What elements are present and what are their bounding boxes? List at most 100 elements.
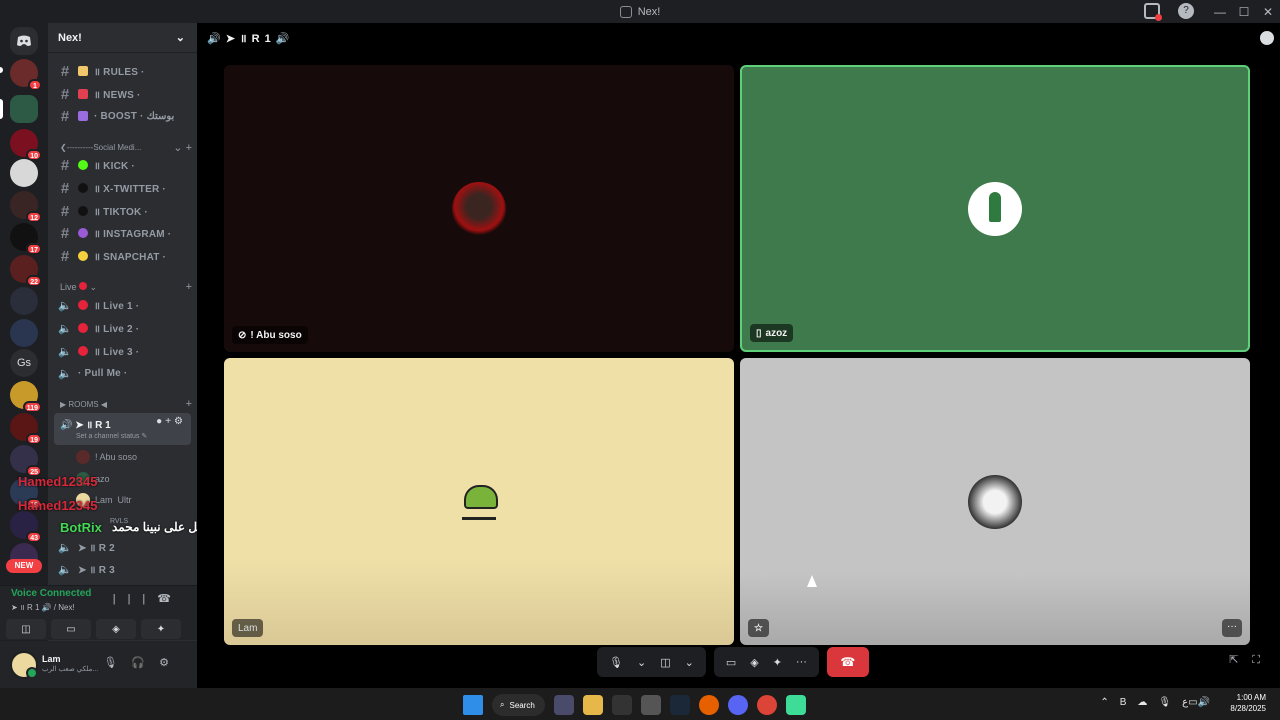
microphone-icon[interactable]: 🎙 xyxy=(1158,697,1182,708)
camera-toggle-button[interactable]: ◫ xyxy=(6,619,46,639)
kick-icon xyxy=(78,160,88,170)
tray-app-icon[interactable]: ☁ xyxy=(1137,697,1158,708)
microphone-icon[interactable]: 🎙 xyxy=(103,657,131,669)
voice-channel-live-1[interactable]: 🔈 ॥ Live 1 · xyxy=(58,296,193,314)
add-user-icon[interactable]: + xyxy=(165,416,174,427)
channel-kick[interactable]: # ॥ KICK · xyxy=(58,156,193,174)
new-badge[interactable]: NEW xyxy=(6,559,42,573)
voice-channel-r3[interactable]: 🔈 ➤ ॥ R 3 xyxy=(58,560,193,578)
soundboard-button[interactable]: ✦ xyxy=(141,619,181,639)
chevron-up-icon[interactable]: ⌃ xyxy=(1100,697,1119,708)
channel-x-twitter[interactable]: # ॥ X-TWITTER · xyxy=(58,179,193,197)
add-channel-icon[interactable]: + xyxy=(186,398,192,410)
voice-channel-r1-active[interactable]: 🔊 ➤ ॥ R 1 Set a channel status ✎ ●+⚙ xyxy=(54,413,191,445)
video-tile-abu-soso[interactable]: ⊘ ! Abu soso xyxy=(224,65,734,352)
taskbar-search[interactable]: ⌕ Search xyxy=(492,694,545,716)
server-icon-gs[interactable]: Gs xyxy=(10,349,38,377)
channel-status[interactable]: Set a channel status ✎ xyxy=(76,432,147,440)
server-icon[interactable]: 10 xyxy=(10,129,42,161)
gear-icon[interactable]: ⚙ xyxy=(159,657,183,669)
activity-icon[interactable]: ◈ xyxy=(750,656,758,669)
channel-actions[interactable]: ●+⚙ xyxy=(156,416,186,427)
soundboard-icon[interactable]: ✦ xyxy=(773,656,782,669)
server-icon[interactable]: 119 xyxy=(10,381,42,413)
scroll-icon xyxy=(78,66,88,76)
voice-channel-live-3[interactable]: 🔈 ॥ Live 3 · xyxy=(58,342,193,360)
category-social-media[interactable]: ❮----------Social Medi... ⌄ + xyxy=(60,140,192,154)
activity-button[interactable]: ◈ xyxy=(96,619,136,639)
server-icon[interactable]: 19 xyxy=(10,413,42,445)
user-avatar[interactable] xyxy=(10,651,38,679)
network-icon[interactable]: ▭ xyxy=(1188,697,1197,708)
channel-news[interactable]: # ॥ NEWS · xyxy=(58,85,193,103)
firefox-icon[interactable] xyxy=(698,695,719,715)
chrome-icon[interactable] xyxy=(756,695,777,715)
chat-bubble-icon[interactable] xyxy=(1260,31,1274,45)
epic-games-icon[interactable] xyxy=(611,695,632,715)
app-icon[interactable] xyxy=(785,695,806,715)
voice-channel-live-2[interactable]: 🔈 ॥ Live 2 · xyxy=(58,319,193,337)
chevron-down-icon[interactable]: ⌄ xyxy=(637,656,646,669)
server-icon[interactable] xyxy=(10,319,38,347)
microphone-icon[interactable]: 🎙 xyxy=(609,656,623,669)
server-icon[interactable] xyxy=(10,287,38,315)
more-options-icon[interactable]: ··· xyxy=(1222,619,1242,637)
close-button[interactable]: ✕ xyxy=(1256,5,1280,19)
server-icon[interactable]: 25 xyxy=(10,445,42,477)
store-icon[interactable] xyxy=(553,695,574,715)
add-channel-icon[interactable]: + xyxy=(186,281,192,293)
username[interactable]: Lam xyxy=(42,654,61,664)
channel-tiktok[interactable]: # ॥ TIKTOK · xyxy=(58,202,193,220)
server-icon[interactable]: 17 xyxy=(10,223,42,255)
tray-app-icon[interactable]: B xyxy=(1120,697,1138,708)
gear-icon[interactable]: ⚙ xyxy=(174,416,186,427)
taskbar-clock[interactable]: 1:00 AM 8/28/2025 xyxy=(1230,692,1266,714)
camera-off-icon[interactable]: ◫ xyxy=(660,656,670,669)
category-rooms[interactable]: ▶ ROOMS ◀ + xyxy=(60,397,192,411)
headphones-icon[interactable]: 🎧 xyxy=(131,657,159,669)
channel-rules[interactable]: # ॥ RULES · xyxy=(58,62,193,80)
server-icon-nex[interactable] xyxy=(10,95,38,123)
screen-share-button[interactable]: ▭ xyxy=(51,619,91,639)
maximize-button[interactable]: ☐ xyxy=(1232,5,1256,19)
voice-connected-status[interactable]: Voice Connected xyxy=(11,588,91,599)
windows-start-icon[interactable] xyxy=(463,695,483,715)
add-channel-icon[interactable]: ⌄ + xyxy=(173,141,192,154)
more-options-icon[interactable]: ··· xyxy=(796,656,807,668)
video-tile-lam[interactable]: Lam xyxy=(224,358,734,645)
noise-suppression-icon[interactable]: ||| xyxy=(113,593,158,605)
video-tile-unnamed[interactable]: ☆ ··· xyxy=(740,358,1250,645)
server-icon[interactable] xyxy=(10,159,38,187)
video-tile-azoz[interactable]: ▯ azoz xyxy=(740,65,1250,352)
volume-icon[interactable]: 🔊 xyxy=(1198,697,1210,708)
help-icon[interactable]: ? xyxy=(1178,3,1194,19)
server-icon[interactable]: 43 xyxy=(10,511,42,543)
category-live[interactable]: Live ⌄ + xyxy=(60,280,192,294)
chevron-down-icon[interactable]: ⌄ xyxy=(685,656,694,669)
chat-icon[interactable]: ● xyxy=(156,416,165,427)
server-header[interactable]: Nex! ⌄ xyxy=(48,23,197,53)
screen-share-icon[interactable]: ▭ xyxy=(726,656,736,669)
voice-channel-r2[interactable]: 🔈 ➤ ॥ R 2 xyxy=(58,538,193,556)
discord-taskbar-icon[interactable] xyxy=(727,695,748,715)
server-icon[interactable]: 1 xyxy=(10,59,42,91)
stage-channel-title: 🔊 ➤ ॥ R 1 🔊 xyxy=(207,33,291,45)
channel-instagram[interactable]: # ॥ INSTAGRAM · xyxy=(58,224,193,242)
voice-user[interactable]: ! Abu soso xyxy=(76,449,137,465)
disconnect-icon[interactable]: ☎ xyxy=(157,593,183,605)
server-icon[interactable]: 22 xyxy=(10,255,42,287)
fullscreen-icon[interactable]: ⛶ xyxy=(1252,654,1274,666)
channel-boost[interactable]: # · BOOST · بوستك xyxy=(58,107,193,125)
unity-icon[interactable] xyxy=(640,695,661,715)
discord-home-icon[interactable] xyxy=(10,27,38,55)
voice-channel-link[interactable]: ➤ ॥ R 1 🔊 / Nex! xyxy=(11,602,75,613)
voice-channel-pull-me[interactable]: 🔈 · Pull Me · xyxy=(58,364,193,382)
disconnect-button[interactable]: ☎ xyxy=(826,647,869,677)
steam-icon[interactable] xyxy=(669,695,690,715)
server-icon[interactable]: 12 xyxy=(10,191,42,223)
minimize-button[interactable]: — xyxy=(1208,5,1232,19)
pop-out-icon[interactable]: ⇱ xyxy=(1229,654,1252,666)
inbox-icon[interactable] xyxy=(1144,3,1162,21)
channel-snapchat[interactable]: # ॥ SNAPCHAT · xyxy=(58,247,193,265)
file-explorer-icon[interactable] xyxy=(582,695,603,715)
